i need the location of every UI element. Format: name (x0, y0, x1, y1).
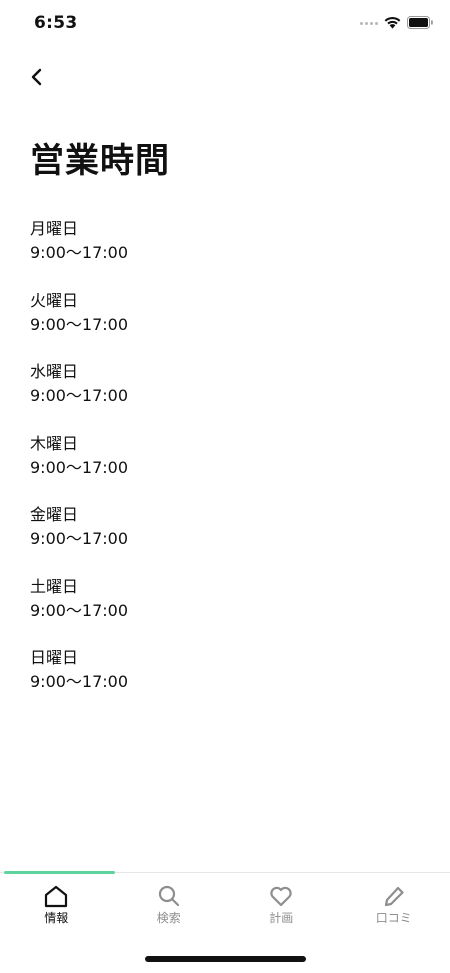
hours-entry-thursday: 木曜日 9:00〜17:00 (30, 432, 410, 504)
status-time: 6:53 (34, 13, 77, 33)
home-indicator (145, 956, 306, 962)
status-icons (360, 14, 434, 33)
tab-label: 情報 (44, 910, 68, 926)
tab-reviews[interactable]: 口コミ (338, 873, 450, 926)
heart-icon (268, 883, 294, 909)
hours-entry-saturday: 土曜日 9:00〜17:00 (30, 575, 410, 647)
day-hours: 9:00〜17:00 (30, 527, 410, 551)
tab-label: 検索 (157, 910, 181, 926)
day-hours: 9:00〜17:00 (30, 313, 410, 337)
chevron-left-icon (30, 67, 44, 87)
tab-label: 口コミ (376, 910, 412, 926)
tab-search[interactable]: 検索 (113, 873, 226, 926)
tab-plan[interactable]: 計画 (225, 873, 338, 926)
day-label: 月曜日 (30, 217, 410, 241)
pencil-icon (381, 883, 407, 909)
status-bar: 6:53 (0, 0, 450, 46)
tab-info[interactable]: 情報 (0, 873, 113, 926)
hours-entry-wednesday: 水曜日 9:00〜17:00 (30, 360, 410, 432)
back-button[interactable] (22, 62, 52, 92)
day-label: 水曜日 (30, 360, 410, 384)
wifi-icon (384, 14, 401, 33)
tab-list: 情報 検索 計画 口コミ (0, 873, 450, 926)
day-hours: 9:00〜17:00 (30, 384, 410, 408)
day-label: 火曜日 (30, 289, 410, 313)
hours-entry-friday: 金曜日 9:00〜17:00 (30, 503, 410, 575)
search-icon (156, 883, 182, 909)
battery-icon (407, 14, 434, 33)
hours-entry-monday: 月曜日 9:00〜17:00 (30, 217, 410, 289)
page-title: 営業時間 (30, 133, 170, 182)
day-hours: 9:00〜17:00 (30, 599, 410, 623)
day-label: 金曜日 (30, 503, 410, 527)
day-hours: 9:00〜17:00 (30, 456, 410, 480)
business-hours-list: 月曜日 9:00〜17:00 火曜日 9:00〜17:00 水曜日 9:00〜1… (30, 217, 410, 718)
day-label: 日曜日 (30, 646, 410, 670)
cellular-signal-icon (360, 22, 378, 25)
day-label: 木曜日 (30, 432, 410, 456)
day-hours: 9:00〜17:00 (30, 241, 410, 265)
day-label: 土曜日 (30, 575, 410, 599)
home-icon (43, 883, 69, 909)
day-hours: 9:00〜17:00 (30, 670, 410, 694)
hours-entry-tuesday: 火曜日 9:00〜17:00 (30, 289, 410, 361)
tab-label: 計画 (269, 910, 293, 926)
hours-entry-sunday: 日曜日 9:00〜17:00 (30, 646, 410, 718)
